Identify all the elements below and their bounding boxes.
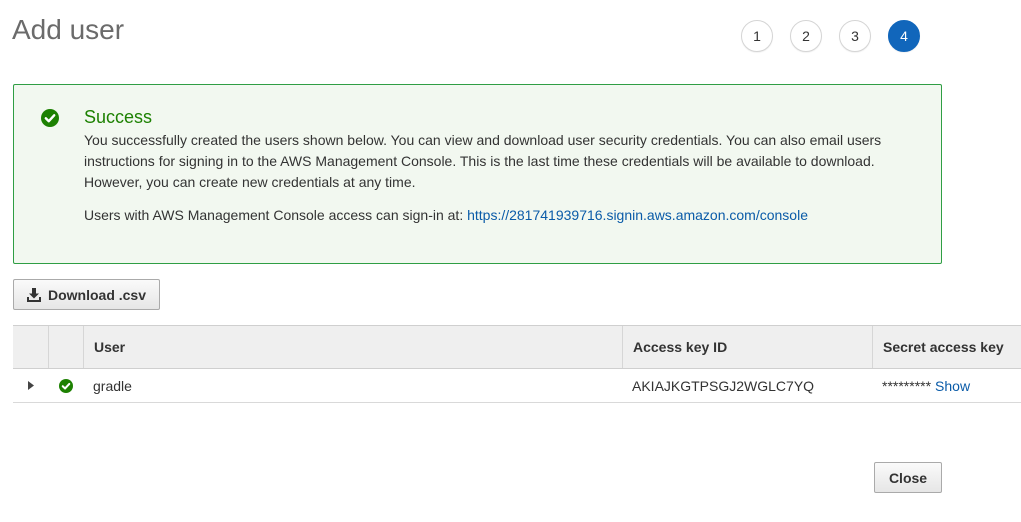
table-header: User Access key ID Secret access key	[13, 325, 1021, 369]
close-button[interactable]: Close	[874, 462, 942, 493]
page-title: Add user	[12, 14, 125, 45]
signin-prefix: Users with AWS Management Console access…	[84, 207, 468, 223]
header-user[interactable]: User	[83, 326, 622, 368]
alert-message: You successfully created the users shown…	[84, 132, 882, 190]
table-row: gradle AKIAJKGTPSGJ2WGLC7YQ ********* Sho…	[13, 369, 1021, 403]
signin-line: Users with AWS Management Console access…	[84, 207, 808, 223]
cell-secret-access-key: ********* Show	[872, 369, 1021, 402]
download-icon	[26, 287, 41, 302]
check-circle-icon	[41, 109, 59, 127]
success-alert: Success You successfully created the use…	[13, 84, 942, 264]
show-secret-link[interactable]: Show	[935, 378, 970, 394]
step-1[interactable]: 1	[741, 20, 773, 52]
caret-right-icon	[27, 381, 34, 390]
step-3[interactable]: 3	[839, 20, 871, 52]
cell-access-key-id: AKIAJKGTPSGJ2WGLC7YQ	[632, 377, 815, 394]
step-2[interactable]: 2	[790, 20, 822, 52]
secret-masked: *********	[882, 377, 932, 394]
header-access-key-id[interactable]: Access key ID	[622, 326, 872, 368]
header-status-column	[48, 326, 83, 368]
row-status	[48, 369, 83, 402]
wizard-steps: 1 2 3 4	[741, 20, 920, 52]
alert-title: Success	[84, 107, 153, 127]
download-csv-button[interactable]: Download .csv	[13, 279, 160, 310]
expand-row-toggle[interactable]	[13, 369, 48, 402]
console-signin-link[interactable]: https://281741939716.signin.aws.amazon.c…	[467, 207, 808, 223]
success-check-icon	[58, 378, 73, 393]
header-secret-access-key[interactable]: Secret access key	[872, 326, 1021, 368]
cell-user: gradle	[93, 377, 132, 394]
step-4[interactable]: 4	[888, 20, 920, 52]
header-expand-column	[13, 326, 48, 368]
users-table: User Access key ID Secret access key gra…	[13, 325, 1021, 403]
download-csv-label: Download .csv	[47, 286, 147, 303]
